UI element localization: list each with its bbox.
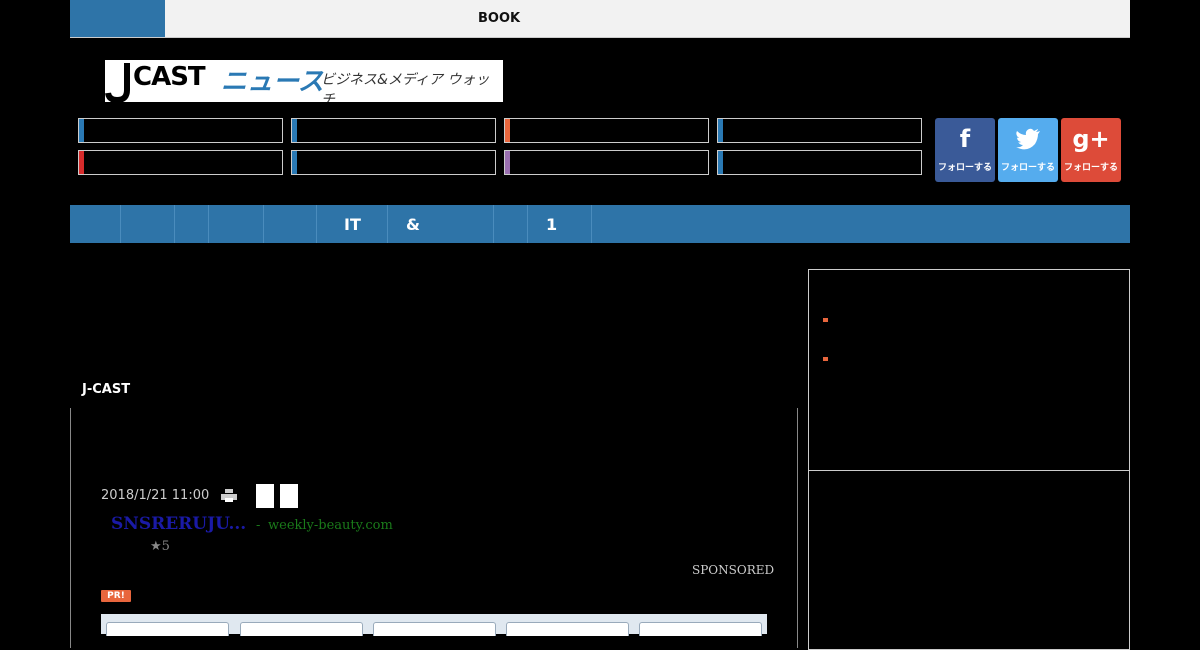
nav-item-5[interactable] bbox=[264, 205, 317, 243]
category-stripe bbox=[505, 151, 510, 174]
category-link-1[interactable] bbox=[78, 118, 283, 143]
ad-separator: - bbox=[256, 518, 261, 533]
nav-item-it[interactable]: IT bbox=[317, 205, 388, 243]
category-link-6[interactable] bbox=[291, 150, 496, 175]
facebook-follow-button[interactable]: f フォローする bbox=[935, 118, 995, 182]
twitter-follow-label: フォローする bbox=[1000, 163, 1055, 173]
ranking-tab-2[interactable] bbox=[240, 622, 363, 636]
category-link-7[interactable] bbox=[504, 150, 709, 175]
ranking-tab-3[interactable] bbox=[373, 622, 496, 636]
ranking-tab-strip bbox=[101, 614, 767, 636]
category-stripe bbox=[79, 119, 84, 142]
category-link-5[interactable] bbox=[78, 150, 283, 175]
googleplus-follow-button[interactable]: g+ フォローする bbox=[1061, 118, 1121, 182]
ranking-tab-4[interactable] bbox=[506, 622, 629, 636]
top-bar: BOOK bbox=[70, 0, 1130, 38]
ranking-tab-5[interactable] bbox=[639, 622, 762, 636]
twitter-icon bbox=[998, 126, 1058, 152]
ranking-tab-1[interactable] bbox=[106, 622, 229, 636]
category-link-8[interactable] bbox=[717, 150, 922, 175]
section-label: J-CAST bbox=[82, 382, 131, 397]
category-stripe bbox=[292, 151, 297, 174]
top-bar-book-link[interactable]: BOOK bbox=[478, 11, 520, 26]
sponsored-label: SPONSORED bbox=[692, 563, 775, 577]
sidebar-news-box bbox=[808, 269, 1130, 471]
logo-news-text: ニュース bbox=[221, 67, 324, 97]
pr-badge: PR! bbox=[101, 590, 131, 602]
nav-item-and[interactable]: & bbox=[388, 205, 494, 243]
category-link-3[interactable] bbox=[504, 118, 709, 143]
facebook-icon: f bbox=[959, 125, 971, 153]
category-stripe bbox=[718, 119, 723, 142]
googleplus-icon: g+ bbox=[1072, 125, 1110, 153]
sidebar-ad-box bbox=[808, 470, 1130, 650]
nav-item-1[interactable] bbox=[70, 205, 121, 243]
logo-tagline: ビジネス&メディア ウォッチ bbox=[321, 72, 490, 102]
share-button-1[interactable] bbox=[256, 484, 274, 508]
print-icon[interactable] bbox=[221, 489, 237, 502]
category-stripe bbox=[505, 119, 510, 142]
nav-item-label: IT bbox=[344, 215, 361, 234]
category-stripe bbox=[292, 119, 297, 142]
ad-title-link[interactable]: SNSRERUJU... bbox=[111, 514, 246, 534]
googleplus-follow-label: フォローする bbox=[1063, 163, 1118, 173]
nav-item-label: 1 bbox=[546, 215, 558, 234]
nav-item-8[interactable] bbox=[494, 205, 528, 243]
share-button-2[interactable] bbox=[280, 484, 298, 508]
facebook-follow-label: フォローする bbox=[937, 163, 992, 173]
top-bar-home-tab[interactable] bbox=[70, 0, 165, 37]
category-stripe bbox=[718, 151, 723, 174]
category-stripe bbox=[79, 151, 84, 174]
nav-item-2[interactable] bbox=[121, 205, 175, 243]
logo-cast-text: CAST bbox=[133, 62, 206, 92]
nav-item-4[interactable] bbox=[209, 205, 264, 243]
nav-item-label: & bbox=[406, 215, 420, 234]
site-logo[interactable]: CAST ニュース ビジネス&メディア ウォッチ bbox=[105, 60, 503, 102]
ad-rating: ★5 bbox=[150, 539, 170, 554]
category-link-2[interactable] bbox=[291, 118, 496, 143]
category-link-4[interactable] bbox=[717, 118, 922, 143]
nav-item-ranking[interactable]: 1 bbox=[528, 205, 592, 243]
sidebar-bullet-icon bbox=[823, 318, 828, 322]
article-date: 2018/1/21 11:00 bbox=[101, 488, 210, 503]
twitter-follow-button[interactable]: フォローする bbox=[998, 118, 1058, 182]
nav-item-3[interactable] bbox=[175, 205, 209, 243]
main-nav: IT & 1 bbox=[70, 205, 1130, 243]
ad-domain-link[interactable]: weekly-beauty.com bbox=[268, 518, 393, 533]
sidebar-bullet-icon bbox=[823, 357, 828, 361]
